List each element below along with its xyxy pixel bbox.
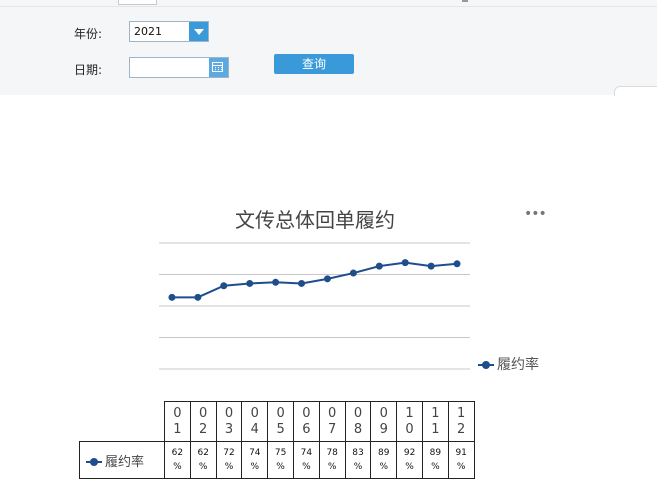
value-label: 91% — [447, 441, 475, 479]
category-label: 07 — [318, 401, 346, 442]
category-label: 06 — [292, 401, 320, 442]
data-point[interactable] — [375, 262, 383, 270]
legend-marker-icon — [478, 361, 494, 369]
data-point[interactable] — [246, 279, 254, 287]
category-label: 02 — [189, 401, 217, 442]
data-point[interactable] — [168, 293, 176, 301]
category-label: 09 — [370, 401, 398, 442]
value-label: 89% — [370, 441, 398, 479]
value-label: 74% — [292, 441, 320, 479]
category-label: 04 — [241, 401, 269, 442]
data-point[interactable] — [323, 275, 331, 283]
category-label: 05 — [267, 401, 294, 442]
series-marker-icon — [86, 458, 102, 466]
legend-series-label: 履约率 — [497, 357, 539, 373]
chart-legend[interactable]: 履约率 — [478, 354, 539, 374]
category-label: 08 — [344, 401, 372, 442]
data-table: 010203040506070809101112 履约率 62% 62% 72% 74… — [79, 401, 475, 479]
data-point[interactable] — [298, 279, 306, 287]
value-label: 74% — [241, 441, 269, 479]
data-point[interactable] — [427, 262, 435, 270]
series-line — [171, 261, 458, 299]
value-label: 75% — [267, 441, 294, 479]
value-label: 72% — [215, 441, 243, 479]
category-label: 11 — [421, 401, 449, 442]
data-point[interactable] — [272, 278, 280, 286]
category-label: 01 — [164, 401, 191, 442]
data-point[interactable] — [401, 259, 409, 267]
data-table-series-name: 履约率 — [105, 454, 145, 470]
value-label: 62% — [189, 441, 217, 479]
value-label: 62% — [164, 441, 191, 479]
data-point[interactable] — [194, 293, 202, 301]
category-label: 10 — [396, 401, 423, 442]
value-label: 92% — [396, 441, 423, 479]
data-table-corner — [80, 402, 165, 442]
value-label: 89% — [421, 441, 449, 479]
data-point[interactable] — [453, 260, 461, 268]
category-label: 12 — [447, 401, 475, 442]
data-point[interactable] — [220, 282, 228, 290]
data-table-series-label: 履约率 — [79, 441, 165, 479]
value-label: 78% — [318, 441, 346, 479]
data-point[interactable] — [349, 269, 357, 277]
value-label: 83% — [344, 441, 372, 479]
category-label: 03 — [215, 401, 243, 442]
